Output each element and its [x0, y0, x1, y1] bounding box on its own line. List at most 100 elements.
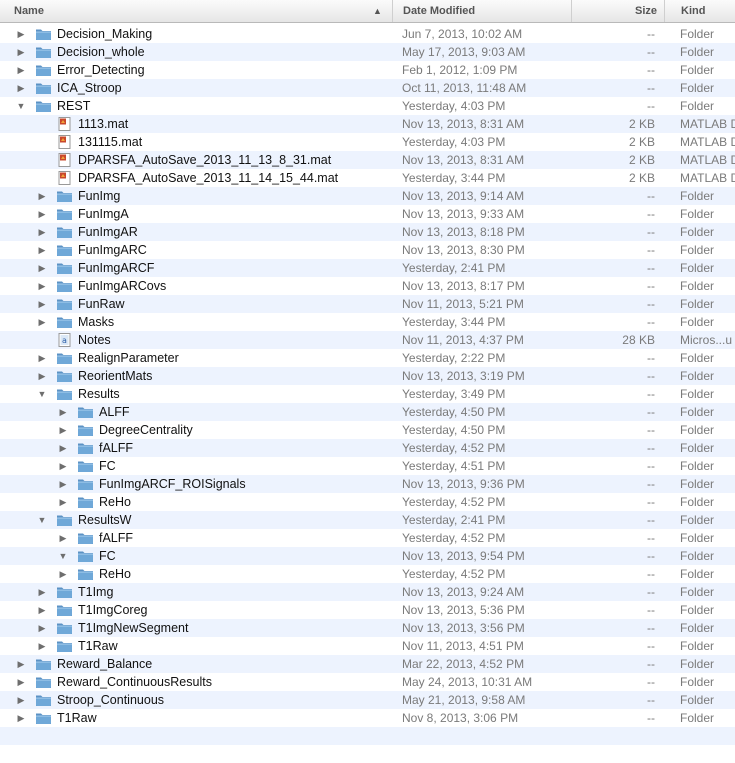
file-row[interactable]: DPARSFA_AutoSave_2013_11_14_15_44.mat Yes… [0, 169, 735, 187]
folder-row[interactable]: ▶ ReorientMats Nov 13, 2013, 3:19 PM -- Fold… [0, 367, 735, 385]
folder-row[interactable]: ▶ ALFF Yesterday, 4:50 PM -- Folder [0, 403, 735, 421]
folder-row[interactable]: ▶ fALFF Yesterday, 4:52 PM -- Folder [0, 439, 735, 457]
folder-row[interactable]: ▶ fALFF Yesterday, 4:52 PM -- Folder [0, 529, 735, 547]
item-name: FC [99, 549, 116, 563]
item-size: 2 KB [628, 135, 655, 149]
file-row[interactable]: 1113.mat Nov 13, 2013, 8:31 AM 2 KB MATLAB … [0, 115, 735, 133]
item-kind: Folder [680, 63, 715, 77]
disclosure-closed-icon[interactable]: ▶ [36, 187, 48, 205]
sort-ascending-icon[interactable]: ▲ [373, 0, 387, 22]
folder-row[interactable]: ▶ T1Img Nov 13, 2013, 9:24 AM -- Folder [0, 583, 735, 601]
disclosure-closed-icon[interactable]: ▶ [36, 601, 48, 619]
disclosure-open-icon[interactable]: ▼ [36, 385, 48, 403]
folder-row[interactable]: ▶ ICA_Stroop Oct 11, 2013, 11:48 AM -- Folde… [0, 79, 735, 97]
item-date-modified: Oct 11, 2013, 11:48 AM [402, 81, 527, 95]
folder-row[interactable]: ▶ Reward_ContinuousResults May 24, 2013, 1… [0, 673, 735, 691]
disclosure-closed-icon[interactable]: ▶ [57, 421, 69, 439]
folder-row[interactable]: ▶ FunImgAR Nov 13, 2013, 8:18 PM -- Folder [0, 223, 735, 241]
folder-row[interactable]: ▶ FunImgARCF Yesterday, 2:41 PM -- Folder [0, 259, 735, 277]
folder-icon [56, 261, 73, 275]
disclosure-closed-icon[interactable]: ▶ [36, 367, 48, 385]
folder-row[interactable]: ▼ Results Yesterday, 3:49 PM -- Folder [0, 385, 735, 403]
folder-row[interactable]: ▶ T1ImgNewSegment Nov 13, 2013, 3:56 PM -- F… [0, 619, 735, 637]
item-size: -- [647, 477, 655, 491]
folder-row[interactable]: ▶ DegreeCentrality Yesterday, 4:50 PM -- Fol… [0, 421, 735, 439]
item-kind: Folder [680, 261, 715, 275]
item-date-modified: May 21, 2013, 9:58 AM [402, 693, 526, 707]
item-kind: Folder [680, 423, 715, 437]
disclosure-closed-icon[interactable]: ▶ [36, 241, 48, 259]
disclosure-closed-icon[interactable]: ▶ [57, 457, 69, 475]
folder-row[interactable]: ▶ FunImgARCovs Nov 13, 2013, 8:17 PM -- Fold… [0, 277, 735, 295]
item-name: DPARSFA_AutoSave_2013_11_14_15_44.mat [78, 171, 339, 185]
disclosure-closed-icon[interactable]: ▶ [36, 583, 48, 601]
folder-icon [77, 567, 94, 581]
folder-row[interactable]: ▶ Decision_whole May 17, 2013, 9:03 AM -- Fo… [0, 43, 735, 61]
folder-icon [56, 189, 73, 203]
folder-row[interactable]: ▶ FunImg Nov 13, 2013, 9:14 AM -- Folder [0, 187, 735, 205]
disclosure-closed-icon[interactable]: ▶ [57, 529, 69, 547]
file-row[interactable]: DPARSFA_AutoSave_2013_11_13_8_31.mat Nov … [0, 151, 735, 169]
folder-row[interactable]: ▶ ReHo Yesterday, 4:52 PM -- Folder [0, 565, 735, 583]
folder-row[interactable]: ▶ Stroop_Continuous May 21, 2013, 9:58 AM -… [0, 691, 735, 709]
disclosure-closed-icon[interactable]: ▶ [15, 691, 27, 709]
disclosure-closed-icon[interactable]: ▶ [36, 637, 48, 655]
disclosure-closed-icon[interactable]: ▶ [36, 619, 48, 637]
folder-row[interactable]: ▶ FunImgARCF_ROISignals Nov 13, 2013, 9:36… [0, 475, 735, 493]
svg-text:a: a [62, 336, 67, 345]
folder-row[interactable]: ▶ FunImgARC Nov 13, 2013, 8:30 PM -- Folder [0, 241, 735, 259]
disclosure-closed-icon[interactable]: ▶ [15, 25, 27, 43]
disclosure-open-icon[interactable]: ▼ [57, 547, 69, 565]
matlab-file-icon [56, 135, 73, 149]
disclosure-closed-icon[interactable]: ▶ [15, 655, 27, 673]
disclosure-closed-icon[interactable]: ▶ [15, 43, 27, 61]
folder-row[interactable]: ▼ ResultsW Yesterday, 2:41 PM -- Folder [0, 511, 735, 529]
disclosure-closed-icon[interactable]: ▶ [15, 709, 27, 727]
disclosure-closed-icon[interactable]: ▶ [36, 223, 48, 241]
folder-row[interactable]: ▼ REST Yesterday, 4:03 PM -- Folder [0, 97, 735, 115]
folder-row[interactable]: ▶ ReHo Yesterday, 4:52 PM -- Folder [0, 493, 735, 511]
disclosure-closed-icon[interactable]: ▶ [36, 259, 48, 277]
folder-row[interactable]: ▶ FC Yesterday, 4:51 PM -- Folder [0, 457, 735, 475]
disclosure-open-icon[interactable]: ▼ [36, 511, 48, 529]
item-kind: Folder [680, 513, 715, 527]
folder-row[interactable]: ▶ T1Raw Nov 8, 2013, 3:06 PM -- Folder [0, 709, 735, 727]
disclosure-closed-icon[interactable]: ▶ [15, 61, 27, 79]
folder-row[interactable]: ▶ Error_Detecting Feb 1, 2012, 1:09 PM -- Fo… [0, 61, 735, 79]
item-name: REST [57, 99, 91, 113]
item-date-modified: Yesterday, 3:49 PM [402, 387, 506, 401]
disclosure-open-icon[interactable]: ▼ [15, 97, 27, 115]
date-modified-column-header[interactable]: Date Modified [392, 0, 581, 22]
folder-row[interactable]: ▶ Reward_Balance Mar 22, 2013, 4:52 PM -- Fo… [0, 655, 735, 673]
folder-row[interactable]: ▶ RealignParameter Yesterday, 2:22 PM -- Fol… [0, 349, 735, 367]
disclosure-closed-icon[interactable]: ▶ [36, 295, 48, 313]
disclosure-closed-icon[interactable]: ▶ [57, 475, 69, 493]
file-row[interactable]: 131115.mat Yesterday, 4:03 PM 2 KB MATLAB D [0, 133, 735, 151]
folder-row[interactable]: ▶ FunImgA Nov 13, 2013, 9:33 AM -- Folder [0, 205, 735, 223]
disclosure-closed-icon[interactable]: ▶ [57, 565, 69, 583]
folder-icon [77, 459, 94, 473]
folder-row[interactable]: ▶ T1ImgCoreg Nov 13, 2013, 5:36 PM -- Folder [0, 601, 735, 619]
item-kind: Folder [680, 477, 715, 491]
disclosure-closed-icon[interactable]: ▶ [57, 403, 69, 421]
disclosure-closed-icon[interactable]: ▶ [36, 313, 48, 331]
folder-row[interactable]: ▶ Decision_Making Jun 7, 2013, 10:02 AM -- F… [0, 25, 735, 43]
disclosure-closed-icon[interactable]: ▶ [36, 205, 48, 223]
disclosure-closed-icon[interactable]: ▶ [57, 493, 69, 511]
disclosure-closed-icon[interactable]: ▶ [57, 439, 69, 457]
folder-icon [35, 63, 52, 77]
file-row[interactable]: a Notes Nov 11, 2013, 4:37 PM 28 KB Micros..… [0, 331, 735, 349]
name-column-header[interactable]: Name [14, 0, 384, 22]
size-column-header[interactable]: Size [571, 0, 665, 22]
disclosure-closed-icon[interactable]: ▶ [36, 349, 48, 367]
disclosure-closed-icon[interactable]: ▶ [15, 673, 27, 691]
folder-row[interactable]: ▶ T1Raw Nov 11, 2013, 4:51 PM -- Folder [0, 637, 735, 655]
folder-row[interactable]: ▶ FunRaw Nov 11, 2013, 5:21 PM -- Folder [0, 295, 735, 313]
disclosure-closed-icon[interactable]: ▶ [15, 79, 27, 97]
item-kind: Folder [680, 99, 715, 113]
kind-column-header[interactable]: Kind [664, 0, 735, 22]
disclosure-closed-icon[interactable]: ▶ [36, 277, 48, 295]
item-size: -- [647, 693, 655, 707]
folder-row[interactable]: ▼ FC Nov 13, 2013, 9:54 PM -- Folder [0, 547, 735, 565]
folder-row[interactable]: ▶ Masks Yesterday, 3:44 PM -- Folder [0, 313, 735, 331]
